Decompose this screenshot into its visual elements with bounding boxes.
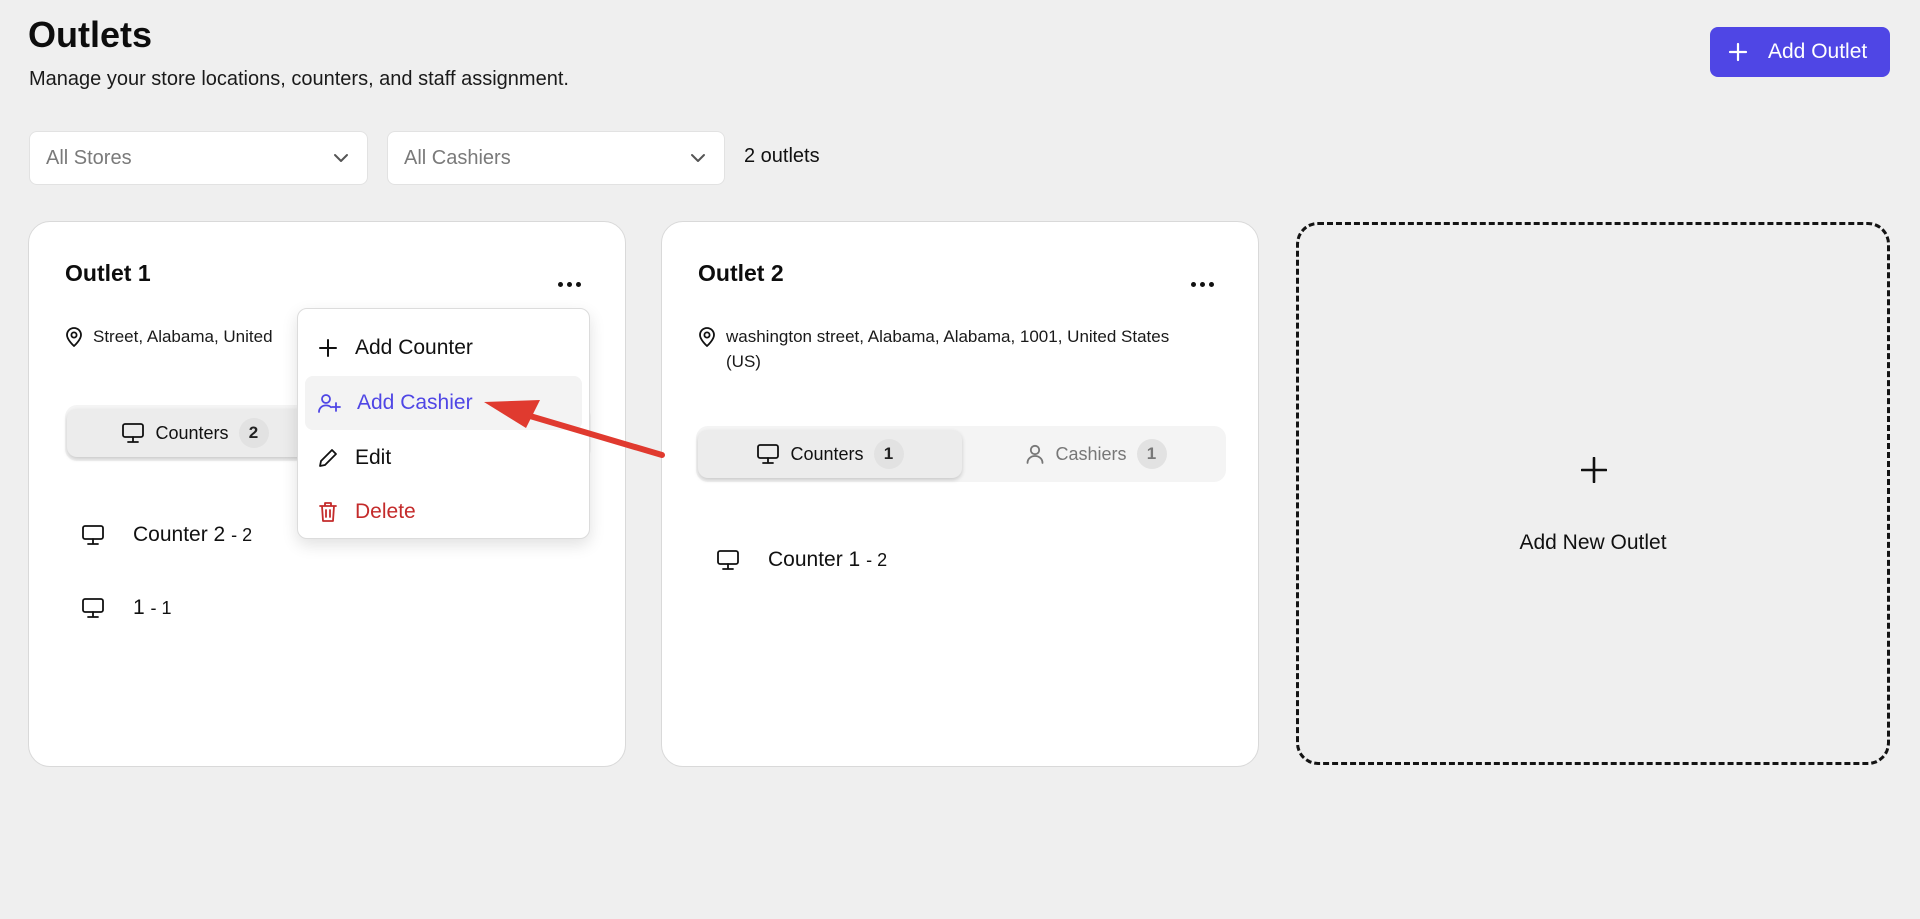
monitor-icon bbox=[756, 443, 780, 465]
list-item[interactable]: 1 - 1 bbox=[81, 596, 172, 620]
monitor-icon bbox=[716, 549, 740, 571]
menu-item-add-counter[interactable]: Add Counter bbox=[305, 321, 582, 375]
add-outlet-label: Add Outlet bbox=[1768, 40, 1868, 63]
counter-label: Counter 2 - 2 bbox=[133, 523, 252, 547]
outlet-name: Outlet 2 bbox=[698, 260, 784, 286]
chevron-down-icon bbox=[333, 153, 349, 163]
menu-item-delete[interactable]: Delete bbox=[305, 485, 582, 539]
more-options-button[interactable] bbox=[1186, 276, 1218, 292]
counter-suffix: - 2 bbox=[866, 550, 888, 570]
store-filter-value: All Stores bbox=[46, 146, 132, 169]
more-dot bbox=[557, 281, 563, 287]
plus-icon bbox=[317, 337, 339, 359]
tab-cashiers[interactable]: Cashiers 1 bbox=[970, 430, 1222, 478]
outlet-context-menu: Add Counter Add Cashier Edit Delete bbox=[297, 308, 590, 539]
address-text: washington street, Alabama, Alabama, 100… bbox=[726, 327, 1170, 371]
more-dot bbox=[566, 281, 572, 287]
plus-icon bbox=[1728, 42, 1748, 62]
monitor-icon bbox=[121, 422, 145, 444]
outlet-name: Outlet 1 bbox=[65, 260, 151, 286]
counter-label: Counter 1 - 2 bbox=[768, 548, 887, 572]
outlet-address: washington street, Alabama, Alabama, 100… bbox=[698, 324, 1198, 374]
tab-counters-label: Counters bbox=[790, 443, 864, 464]
address-text: Street, Alabama, United bbox=[93, 327, 273, 346]
monitor-icon bbox=[81, 597, 105, 619]
pencil-icon bbox=[317, 447, 339, 469]
user-icon bbox=[1025, 443, 1045, 465]
menu-item-label: Add Cashier bbox=[357, 391, 473, 414]
monitor-icon bbox=[81, 524, 105, 546]
tab-counters-label: Counters bbox=[155, 422, 229, 443]
counter-name: Counter 2 bbox=[133, 523, 226, 546]
tab-counters[interactable]: Counters 1 bbox=[698, 430, 962, 478]
chevron-down-icon bbox=[690, 153, 706, 163]
more-options-button[interactable] bbox=[553, 276, 585, 292]
counter-name: 1 bbox=[133, 596, 145, 619]
tab-count-badge: 1 bbox=[1136, 439, 1167, 469]
counter-suffix: - 1 bbox=[150, 598, 172, 618]
page-title: Outlets bbox=[28, 14, 153, 55]
menu-item-edit[interactable]: Edit bbox=[305, 431, 582, 485]
menu-item-label: Edit bbox=[355, 446, 392, 469]
more-dot bbox=[1190, 281, 1196, 287]
menu-item-label: Add Counter bbox=[355, 336, 473, 359]
outlet-count: 2 outlets bbox=[744, 145, 820, 167]
add-new-outlet-label: Add New Outlet bbox=[1519, 531, 1667, 554]
plus-icon bbox=[1581, 457, 1607, 483]
more-dot bbox=[1199, 281, 1205, 287]
more-dot bbox=[1208, 281, 1214, 287]
map-pin-icon bbox=[65, 324, 83, 349]
add-new-outlet-card[interactable]: Add New Outlet bbox=[1296, 222, 1890, 765]
outlet-tabs: Counters 1 Cashiers 1 bbox=[696, 426, 1226, 482]
menu-item-label: Delete bbox=[355, 500, 416, 523]
store-filter-select[interactable]: All Stores bbox=[29, 131, 368, 185]
tab-cashiers-label: Cashiers bbox=[1055, 443, 1127, 464]
add-outlet-button[interactable]: Add Outlet bbox=[1710, 27, 1890, 77]
map-pin-icon bbox=[698, 324, 716, 374]
counter-name: Counter 1 bbox=[768, 548, 861, 571]
tab-count-badge: 1 bbox=[873, 439, 904, 469]
cashier-filter-value: All Cashiers bbox=[404, 146, 511, 169]
counter-label: 1 - 1 bbox=[133, 596, 172, 620]
more-dot bbox=[575, 281, 581, 287]
page-subtitle: Manage your store locations, counters, a… bbox=[29, 68, 569, 90]
tab-count-badge: 2 bbox=[238, 418, 269, 448]
list-item[interactable]: Counter 1 - 2 bbox=[716, 548, 887, 572]
outlet-card: Outlet 2 washington street, Alabama, Ala… bbox=[661, 221, 1259, 767]
user-plus-icon bbox=[317, 392, 341, 414]
trash-icon bbox=[317, 500, 339, 524]
counter-suffix: - 2 bbox=[231, 525, 253, 545]
menu-item-add-cashier[interactable]: Add Cashier bbox=[305, 376, 582, 430]
list-item[interactable]: Counter 2 - 2 bbox=[81, 523, 252, 547]
tab-counters[interactable]: Counters 2 bbox=[67, 409, 323, 457]
cashier-filter-select[interactable]: All Cashiers bbox=[387, 131, 725, 185]
